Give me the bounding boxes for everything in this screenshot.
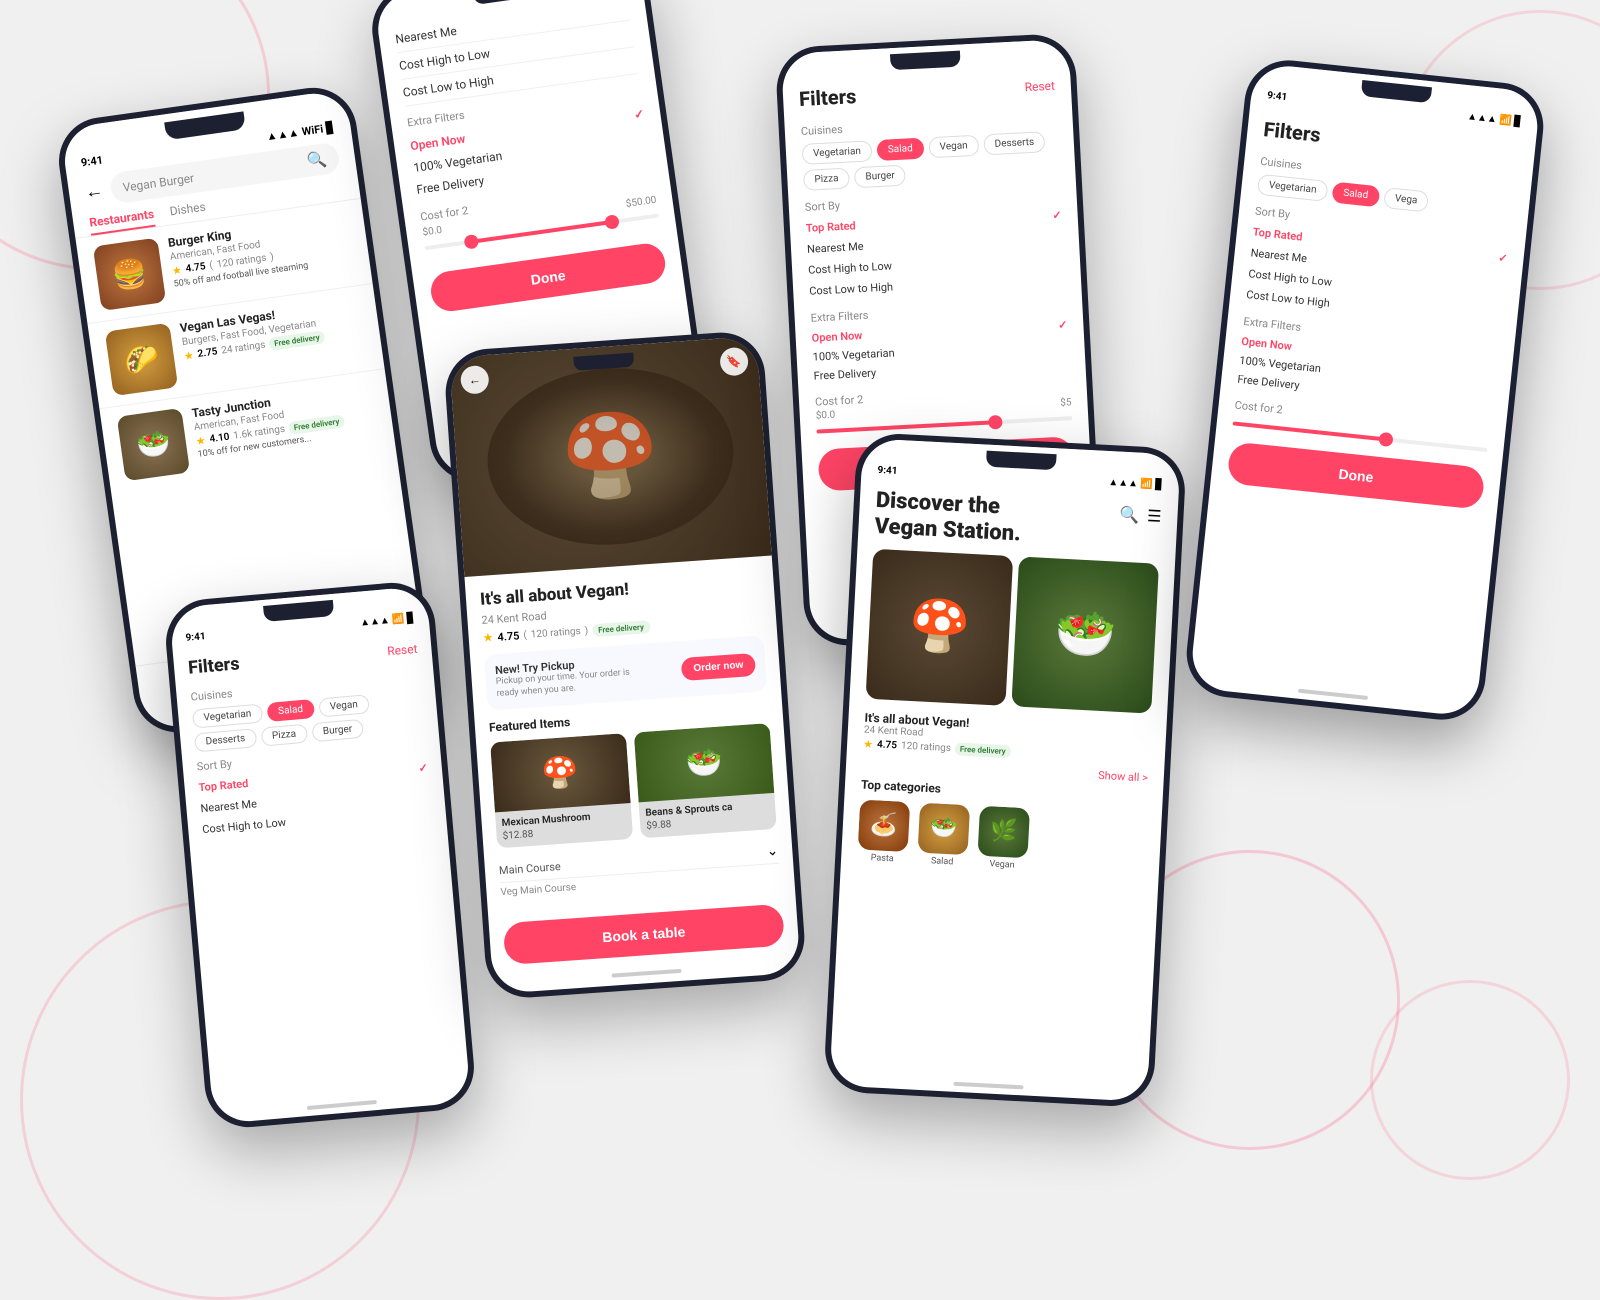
phone3-time: 9:41	[185, 631, 206, 644]
star-icon-1: ★	[171, 264, 183, 278]
cat-1[interactable]: 🍝 Pasta	[857, 799, 910, 865]
reviews-close-1: )	[270, 252, 275, 263]
phone4-reviews: 120 ratings	[530, 626, 581, 640]
dropdown-icon[interactable]: ⌄	[766, 843, 779, 860]
search-icon: 🔍	[306, 149, 328, 171]
rating-1: 4.75	[185, 261, 206, 275]
chip-pizza[interactable]: Pizza	[260, 724, 308, 747]
check-icon-open: ✓	[633, 107, 645, 122]
cat-2[interactable]: 🥗 Salad	[917, 802, 970, 868]
phone5-extra-check: ✓	[1058, 318, 1068, 331]
rating-2: 2.75	[197, 346, 218, 360]
phone5-chip-veg[interactable]: Vegetarian	[802, 140, 873, 165]
phone5-chip-vegan[interactable]: Vegan	[928, 135, 979, 159]
phone3-title: Filters	[187, 653, 240, 678]
rating-3: 4.10	[209, 431, 230, 445]
phone7: 9:41 ▲▲▲ 📶 ▊ Filters Cuisines Vegetarian…	[1182, 56, 1547, 724]
check-sort: ✓	[418, 761, 428, 775]
phone1-battery: ▊	[325, 121, 335, 135]
phone1-signal: ▲▲▲	[266, 126, 300, 143]
food-card-1[interactable]: 🍄	[866, 549, 1014, 706]
phone6-show-all[interactable]: Show all >	[1098, 769, 1148, 785]
phone5-chip-desserts[interactable]: Desserts	[983, 131, 1046, 155]
home-indicator6	[953, 1082, 1023, 1090]
chip-burger[interactable]: Burger	[311, 719, 364, 742]
phone6-badge: Free delivery	[955, 742, 1011, 758]
phone4-order-btn[interactable]: Order now	[681, 653, 756, 681]
phone5-title: Filters	[799, 84, 857, 111]
phone4-badge: Free delivery	[592, 620, 651, 637]
phone4-address: 24 Kent Road	[481, 609, 547, 627]
restaurant-img-1: 🍔	[93, 238, 166, 311]
phone7-time: 9:41	[1267, 90, 1288, 103]
cat-3[interactable]: 🌿 Vegan	[977, 806, 1030, 872]
slider-left-thumb[interactable]	[464, 234, 480, 250]
phone2-max-cost: $50.00	[625, 195, 657, 210]
chip-desserts[interactable]: Desserts	[194, 728, 257, 752]
phone7-thumb[interactable]	[1378, 432, 1393, 447]
star-icon-3: ★	[195, 434, 207, 448]
phone5-max: $5	[1060, 397, 1072, 409]
chip-salad-active[interactable]: Salad	[266, 699, 314, 722]
decorative-circle-3	[1370, 980, 1570, 1180]
filter-btn-6[interactable]: ☰	[1147, 506, 1162, 526]
featured-card-1[interactable]: 🍄 Mexican Mushroom $12.88	[490, 733, 633, 848]
phone6-star: ★	[863, 737, 874, 750]
food-card-2[interactable]: 🥗	[1011, 556, 1159, 713]
home-indicator3	[307, 1100, 377, 1110]
star-detail: ★	[482, 630, 494, 645]
phone5-check: ✓	[1052, 208, 1062, 221]
phone2-min-cost: $0.0	[422, 225, 443, 239]
phone7-chip-vegan[interactable]: Vega	[1383, 187, 1429, 213]
phone5-chip-pizza[interactable]: Pizza	[803, 168, 850, 191]
phone4-rating: 4.75	[497, 629, 520, 644]
restaurant-img-2: 🌮	[105, 323, 178, 396]
phone3: 9:41 ▲▲▲ 📶 ▊ Filters Reset Cuisines Vege…	[162, 579, 477, 1131]
reviews-2: 24 ratings	[221, 340, 266, 357]
star-icon-2: ★	[183, 349, 195, 363]
phone5-thumb[interactable]	[988, 415, 1003, 430]
phone6-rating: 4.75	[877, 739, 898, 751]
chip-vegetarian[interactable]: Vegetarian	[192, 704, 263, 729]
featured-img-2: 🥗	[634, 723, 775, 802]
chip-vegan[interactable]: Vegan	[318, 694, 370, 717]
phone4-main-course: Main Course	[499, 860, 562, 877]
restaurant-img-3: 🥗	[117, 408, 190, 481]
phone2-done-btn[interactable]: Done	[428, 241, 667, 313]
phone7-chip-veg[interactable]: Vegetarian	[1257, 174, 1329, 202]
featured-img-1: 🍄	[490, 733, 631, 812]
phone5-chip-salad[interactable]: Salad	[876, 138, 924, 161]
phone7-done-btn[interactable]: Done	[1227, 441, 1486, 510]
reviews-1: (	[209, 260, 214, 271]
phone4: 🍄 ← 🔖 It's all about Vegan! 24 Kent Road…	[443, 330, 808, 1001]
phone3-reset[interactable]: Reset	[387, 641, 418, 658]
featured-card-2[interactable]: 🥗 Beans & Sprouts ca $9.88	[634, 723, 777, 838]
phone5-chip-burger[interactable]: Burger	[854, 165, 906, 189]
search-btn-6[interactable]: 🔍	[1119, 505, 1140, 525]
slider-right-thumb[interactable]	[604, 214, 620, 230]
phone5-min: $0.0	[816, 410, 836, 422]
phone6-reviews: 120 ratings	[901, 740, 951, 754]
phone7-chip-salad[interactable]: Salad	[1331, 182, 1380, 208]
phone7-check: ✓	[1498, 251, 1509, 265]
phone5-reset[interactable]: Reset	[1024, 79, 1055, 95]
back-button[interactable]: ←	[84, 180, 105, 203]
phone6-time: 9:41	[877, 465, 898, 477]
phone5-slider-fill	[817, 420, 996, 433]
phone6: 9:41 ▲▲▲ 📶 ▊ Discover the Vegan Station.…	[823, 432, 1187, 1108]
home-indicator7	[1298, 689, 1368, 700]
phone1-time: 9:41	[80, 153, 104, 169]
phone1-wifi: WiFi	[301, 122, 324, 138]
phone1-search-text: Vegan Burger	[122, 170, 195, 194]
